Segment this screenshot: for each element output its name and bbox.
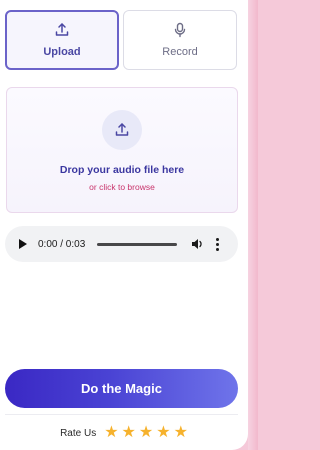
upload-icon [115,123,129,136]
page-edge [248,0,258,450]
main-panel: Upload Record Drop your audio file here … [0,0,248,450]
browse-link[interactable]: or click to browse [89,182,155,192]
star-rating: ★ ★ ★ ★ ★ [104,425,188,441]
star-icon[interactable]: ★ [139,425,153,441]
tab-record[interactable]: Record [123,10,237,70]
divider [5,414,238,415]
rate-us-label: Rate Us [60,427,97,439]
rate-us: Rate Us ★ ★ ★ ★ ★ [0,424,248,442]
dropzone-icon-circle [102,110,142,150]
upload-icon [55,23,69,36]
star-icon[interactable]: ★ [174,425,188,441]
seek-slider[interactable] [97,242,178,246]
tab-upload-label: Upload [43,46,81,58]
audio-dropzone[interactable]: Drop your audio file here or click to br… [6,87,238,213]
more-options-icon[interactable] [216,237,220,251]
do-the-magic-button[interactable]: Do the Magic [5,369,238,408]
audio-player: 0:00 / 0:03 [5,226,238,262]
tab-upload[interactable]: Upload [5,10,119,70]
tab-record-label: Record [162,46,198,58]
microphone-icon [174,22,186,38]
volume-icon[interactable] [191,238,204,250]
dropzone-title: Drop your audio file here [59,164,185,176]
play-icon[interactable] [19,239,27,249]
player-time: 0:00 / 0:03 [38,238,86,250]
star-icon[interactable]: ★ [156,425,170,441]
star-icon[interactable]: ★ [122,425,136,441]
star-icon[interactable]: ★ [104,425,118,441]
